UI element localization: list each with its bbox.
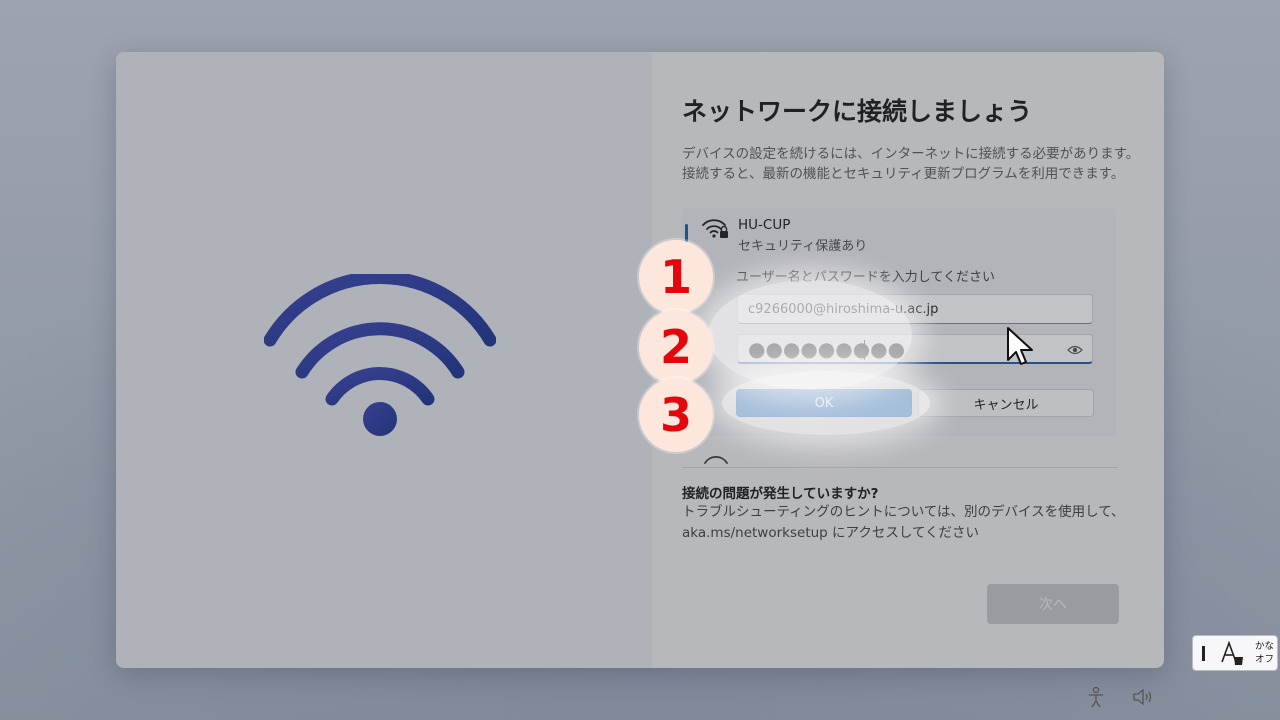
eye-icon[interactable]	[1067, 343, 1083, 357]
page-title: ネットワークに接続しましょう	[682, 97, 1033, 126]
wifi-icon	[264, 274, 496, 436]
ime-grip	[1202, 646, 1205, 661]
credentials-label: ユーザー名とパスワードを入力してください	[736, 270, 995, 285]
page-description: デバイスの設定を続けるには、インターネットに接続する必要があります。接続すると、…	[682, 146, 1140, 182]
ime-mode-indicator[interactable]: かな オフ	[1192, 635, 1278, 671]
highlight-ok	[722, 371, 930, 435]
divider	[682, 467, 1118, 468]
cancel-button[interactable]: キャンセル	[918, 389, 1094, 417]
next-button[interactable]: 次へ	[987, 584, 1119, 624]
network-name: HU-CUP	[738, 217, 791, 233]
ime-kana-status: かな オフ	[1255, 641, 1275, 665]
step-2-badge: 2	[639, 310, 713, 384]
help-text: トラブルシューティングのヒントについては、別のデバイスを使用して、aka.ms/…	[682, 504, 1125, 541]
step-1-badge: 1	[639, 240, 713, 314]
network-security-status: セキュリティ保護あり	[738, 239, 868, 254]
illustration-pane	[116, 52, 652, 668]
mouse-pointer-icon	[1007, 327, 1033, 365]
wifi-icon	[704, 456, 728, 464]
help-title: 接続の問題が発生していますか?	[682, 486, 879, 502]
volume-icon[interactable]	[1132, 688, 1156, 706]
accessibility-icon[interactable]	[1086, 686, 1106, 708]
input-mode-icon	[1221, 640, 1243, 665]
step-3-badge: 3	[639, 378, 713, 452]
wifi-lock-icon	[702, 219, 728, 238]
